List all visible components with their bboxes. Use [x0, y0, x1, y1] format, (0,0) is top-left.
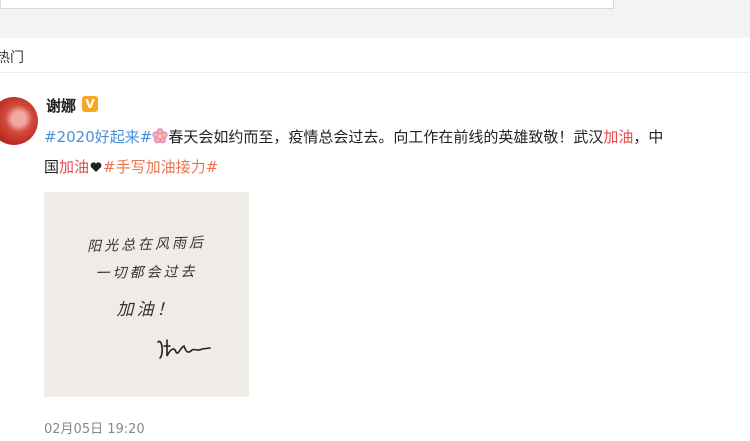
tab-hot[interactable]: 热门 — [0, 47, 24, 67]
handwriting-line: 阳光总在风雨后 — [86, 234, 207, 256]
highlight-text: 加油 — [603, 128, 634, 146]
handwritten-signature — [157, 339, 211, 359]
username[interactable]: 谢娜 — [46, 95, 76, 116]
search-bar[interactable] — [0, 0, 614, 9]
post-text-line-1: #2020好起来# 春天会如约而至，疫情总会过去。向工作在前线的英雄致敬！武汉加油… — [44, 122, 750, 152]
handwriting-line: 一切都会过去 — [95, 264, 198, 282]
weibo-post-card: 谢娜 V #2020好起来# 春天会如约而至，疫情总会过去。向工作在前线的英雄致敬… — [0, 73, 750, 441]
handwriting-line: 加油！ — [116, 300, 177, 320]
tab-row: 热门 — [0, 38, 750, 73]
hashtag-handwrite[interactable]: #手写加油接力# — [103, 158, 218, 176]
cherry-blossom-icon — [152, 128, 168, 144]
hashtag-2020[interactable]: #2020好起来# — [44, 128, 152, 146]
highlight-text: 加油 — [59, 158, 90, 176]
post-text-segment: 国 — [44, 158, 60, 176]
post-timestamp[interactable]: 02月05日 19:20 — [44, 418, 145, 437]
verified-v-icon: V — [82, 96, 98, 112]
black-heart-icon — [90, 162, 102, 172]
top-strip — [0, 0, 750, 38]
post-text-line-2: 国加油 #手写加油接力# — [44, 152, 750, 182]
post-text: #2020好起来# 春天会如约而至，疫情总会过去。向工作在前线的英雄致敬！武汉加油… — [44, 122, 750, 182]
post-text-segment: ，中 — [633, 128, 664, 146]
post-image[interactable]: 阳光总在风雨后 一切都会过去 加油！ — [44, 192, 249, 397]
avatar[interactable] — [0, 97, 38, 145]
post-text-segment: 春天会如约而至，疫情总会过去。向工作在前线的英雄致敬！武汉 — [168, 128, 604, 146]
